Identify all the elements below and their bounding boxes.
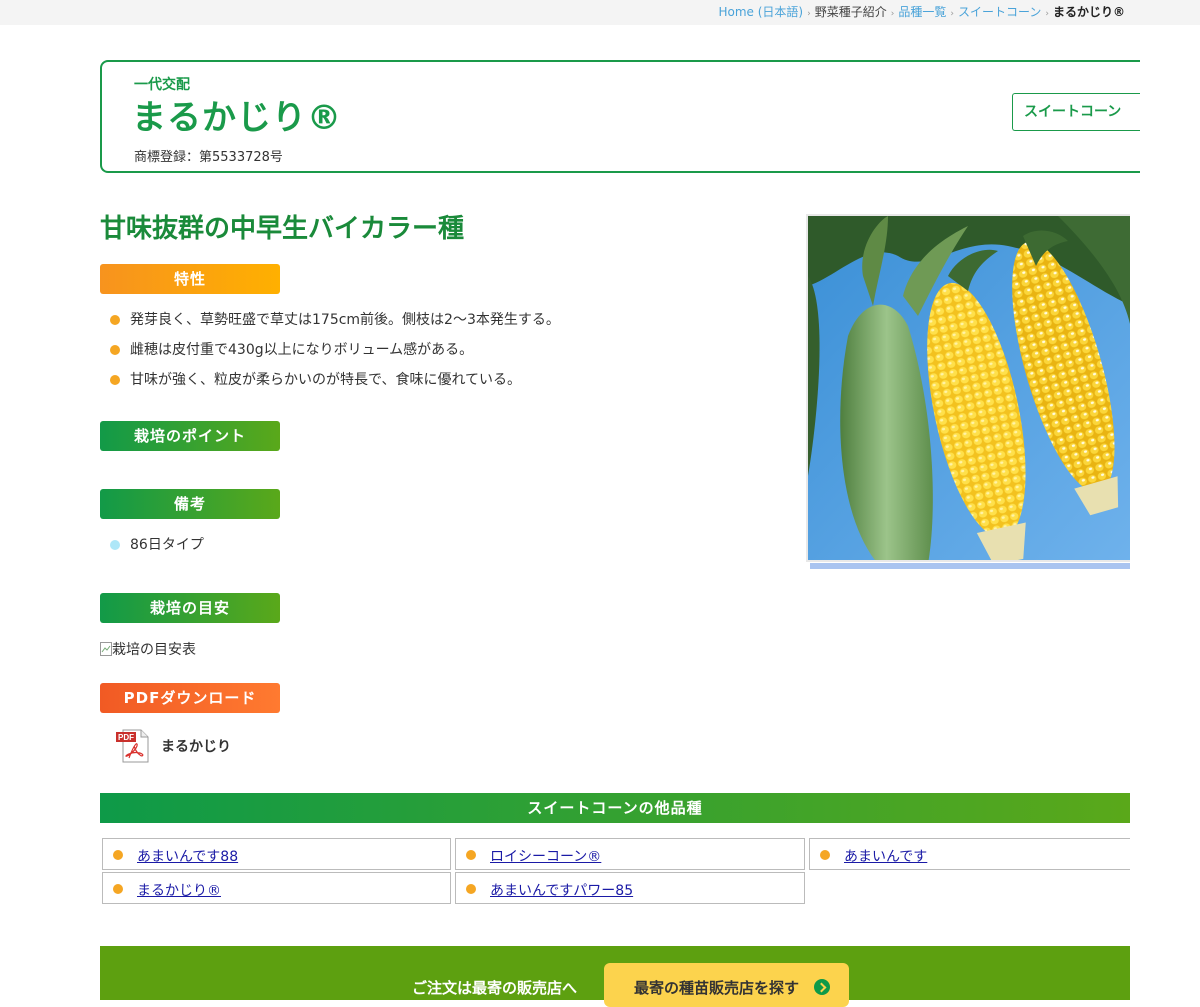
top-bar: Home (日本語) › 野菜種子紹介 › 品種一覧 › スイートコーン › まるかじり® xyxy=(0,0,1200,25)
cultivation-guide-label: 栽培の目安 xyxy=(100,593,280,623)
breadcrumb-current: まるかじり® xyxy=(1052,5,1125,19)
variety-item: あまいんです xyxy=(809,838,1130,870)
guide-image-alt: 栽培の目安表 xyxy=(112,642,196,658)
category-button[interactable]: スイートコーン xyxy=(1012,93,1140,131)
product-tagline: 甘味抜群の中早生バイカラー種 xyxy=(100,214,465,244)
bullet-dot-icon xyxy=(820,850,830,860)
notes-label: 備考 xyxy=(100,489,280,519)
breadcrumb-home-link[interactable]: Home (日本語) xyxy=(718,5,803,19)
note-text: 86日タイプ xyxy=(130,537,204,553)
feature-text: 発芽良く、草勢旺盛で草丈は175cm前後。側枝は2〜3本発生する。 xyxy=(130,312,560,328)
cultivation-points-label: 栽培のポイント xyxy=(100,421,280,451)
variety-item: ロイシーコーン® xyxy=(455,838,805,870)
breadcrumb-category-link[interactable]: スイートコーン xyxy=(958,5,1041,19)
photo-shadow xyxy=(810,563,1130,569)
features-list: 発芽良く、草勢旺盛で草丈は175cm前後。側枝は2〜3本発生する。 雌穂は皮付重… xyxy=(110,305,560,395)
footer-text: ご注文は最寄の販売店へ xyxy=(412,979,578,997)
arrow-right-icon xyxy=(814,979,830,995)
variety-item: まるかじり® xyxy=(102,872,451,904)
pdf-download-label: PDFダウンロード xyxy=(100,683,280,713)
pdf-file-icon[interactable]: PDF xyxy=(115,728,151,764)
list-item: 86日タイプ xyxy=(110,530,204,560)
breadcrumb-list-link[interactable]: 品種一覧 xyxy=(898,5,946,19)
bullet-dot-icon xyxy=(113,850,123,860)
breadcrumb-separator-icon: › xyxy=(807,9,811,19)
bullet-dot-icon xyxy=(110,375,120,385)
breadcrumb-section: 野菜種子紹介 xyxy=(814,5,887,19)
bullet-dot-icon xyxy=(466,884,476,894)
bullet-dot-icon xyxy=(466,850,476,860)
cultivation-guide-image: 栽培の目安表 xyxy=(100,639,196,659)
variety-link[interactable]: ロイシーコーン® xyxy=(490,846,601,866)
notes-list: 86日タイプ xyxy=(110,530,204,560)
breadcrumb-separator-icon: › xyxy=(950,9,954,19)
pdf-file-name[interactable]: まるかじり xyxy=(161,736,231,756)
order-footer: ご注文は最寄の販売店へ 最寄の種苗販売店を探す xyxy=(100,946,1130,1007)
product-title: まるかじり® xyxy=(132,98,342,138)
feature-text: 甘味が強く、粒皮が柔らかいのが特長で、食味に優れている。 xyxy=(130,372,522,388)
list-item: 雌穂は皮付重で430g以上になりボリューム感がある。 xyxy=(110,335,560,365)
broken-image-icon xyxy=(100,642,112,656)
breadcrumb-separator-icon: › xyxy=(1045,9,1049,19)
list-item: 発芽良く、草勢旺盛で草丈は175cm前後。側枝は2〜3本発生する。 xyxy=(110,305,560,335)
photo-frame xyxy=(806,214,1130,562)
variety-item: あまいんですパワー85 xyxy=(455,872,805,904)
bullet-dot-icon xyxy=(110,315,120,325)
sweet-corn-photo xyxy=(808,216,1130,560)
svg-text:PDF: PDF xyxy=(118,733,134,742)
find-store-button[interactable]: 最寄の種苗販売店を探す xyxy=(604,963,849,1007)
product-header: 一代交配 まるかじり® 商標登録：第5533728号 スイートコーン xyxy=(100,60,1140,173)
variety-link[interactable]: まるかじり® xyxy=(137,880,221,900)
variety-link[interactable]: あまいんです88 xyxy=(137,846,238,866)
bullet-dot-icon xyxy=(113,884,123,894)
variety-link[interactable]: あまいんですパワー85 xyxy=(490,880,633,900)
variety-item: あまいんです88 xyxy=(102,838,451,870)
other-varieties-header: スイートコーンの他品種 xyxy=(100,793,1130,823)
trademark-registration: 商標登録：第5533728号 xyxy=(134,150,283,165)
features-label: 特性 xyxy=(100,264,280,294)
find-store-label: 最寄の種苗販売店を探す xyxy=(634,979,800,997)
bullet-dot-icon xyxy=(110,345,120,355)
product-photo xyxy=(806,214,1130,569)
list-item: 甘味が強く、粒皮が柔らかいのが特長で、食味に優れている。 xyxy=(110,365,560,395)
bullet-dot-icon xyxy=(110,540,120,550)
variety-link[interactable]: あまいんです xyxy=(844,846,927,866)
breadcrumb-separator-icon: › xyxy=(890,9,895,19)
breadcrumb: Home (日本語) › 野菜種子紹介 › 品種一覧 › スイートコーン › まるかじり® xyxy=(718,5,1125,22)
feature-text: 雌穂は皮付重で430g以上になりボリューム感がある。 xyxy=(130,342,474,358)
